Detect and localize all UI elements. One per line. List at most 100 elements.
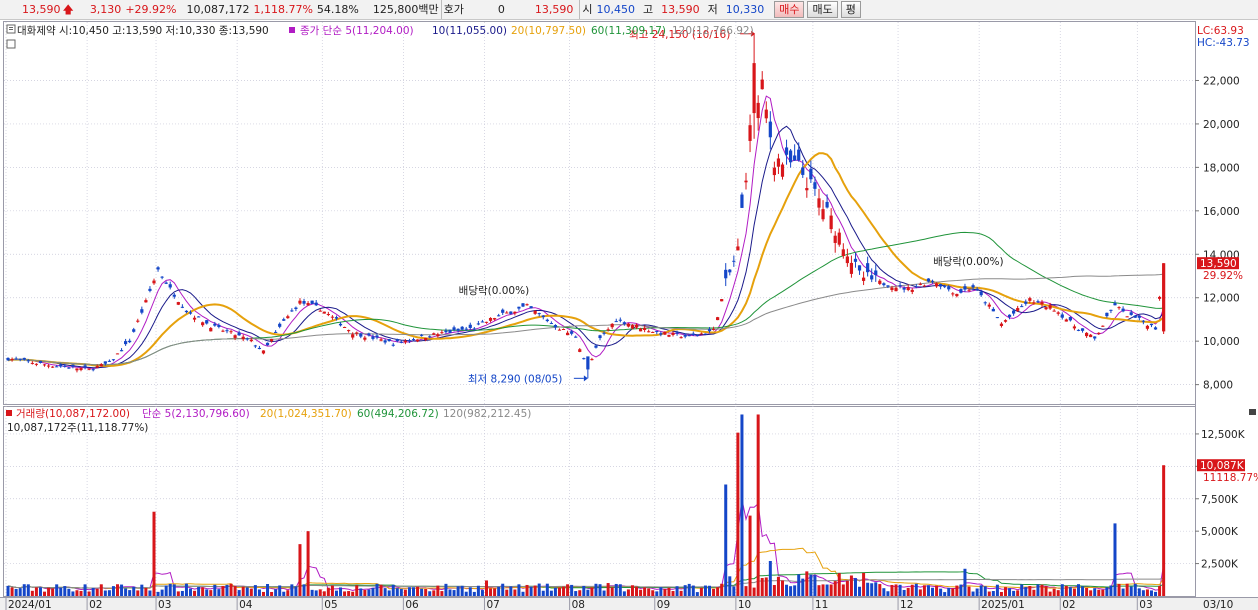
last-ratio-label: 11118.77% bbox=[1203, 472, 1258, 484]
candle bbox=[780, 162, 785, 180]
last-price-label: 13,590 bbox=[1200, 258, 1237, 270]
volume-bar bbox=[10, 587, 14, 596]
volume-toggle-icon[interactable] bbox=[6, 410, 12, 416]
volume-bar bbox=[1056, 590, 1060, 596]
volume-bar bbox=[245, 587, 249, 596]
volume-bar bbox=[570, 584, 574, 596]
volume-bar bbox=[164, 585, 168, 596]
candle bbox=[318, 309, 322, 312]
volume-bar bbox=[294, 586, 298, 596]
volume-bar bbox=[914, 583, 918, 596]
candle bbox=[549, 321, 553, 325]
volume-bar bbox=[1137, 588, 1141, 596]
volume-bar bbox=[71, 591, 75, 596]
candle bbox=[870, 268, 874, 283]
volume-bar bbox=[75, 590, 79, 596]
volume-bar bbox=[979, 585, 983, 596]
volume-bar bbox=[440, 591, 444, 596]
candle bbox=[221, 329, 225, 333]
volume-panel-close-icon[interactable] bbox=[1249, 409, 1256, 415]
volume-bar bbox=[111, 586, 115, 596]
candle bbox=[306, 301, 310, 306]
candle bbox=[314, 300, 318, 307]
hc-label: HC:-43.73 bbox=[1197, 37, 1250, 49]
candle bbox=[1153, 326, 1158, 330]
volume-bar bbox=[687, 583, 691, 596]
date-tick: 03 bbox=[1139, 599, 1152, 610]
volume-bar bbox=[448, 589, 452, 596]
candle bbox=[359, 332, 363, 339]
candle bbox=[545, 318, 549, 323]
volume-bar bbox=[878, 584, 882, 596]
candle bbox=[1060, 312, 1064, 320]
candle bbox=[241, 334, 245, 342]
candle bbox=[553, 324, 558, 330]
date-tick: 03/10 bbox=[1203, 599, 1233, 610]
volume-bar bbox=[136, 590, 140, 596]
candle bbox=[342, 326, 347, 328]
candle bbox=[987, 302, 991, 309]
candle bbox=[1117, 306, 1121, 310]
volume-bar bbox=[148, 590, 152, 596]
candle bbox=[124, 338, 128, 346]
candle bbox=[71, 364, 75, 369]
volume-bar bbox=[103, 590, 107, 596]
candle bbox=[136, 318, 140, 323]
volume-bar bbox=[30, 590, 34, 596]
volume-bar bbox=[22, 584, 26, 596]
vol-ma60-legend: 60(494,206.72) bbox=[357, 408, 439, 420]
candle bbox=[695, 334, 699, 337]
volume-bar bbox=[1149, 590, 1153, 596]
volume-bar bbox=[1117, 584, 1121, 596]
volume-bar bbox=[197, 586, 201, 596]
volume-bar bbox=[180, 590, 184, 596]
volume-bar bbox=[635, 586, 639, 596]
panel-settings-icon[interactable] bbox=[6, 39, 16, 49]
stock-chart[interactable]: 최고 24,150 (10/16)최저 8,290 (08/05)배당락(0.0… bbox=[0, 0, 1258, 610]
candle bbox=[265, 342, 270, 346]
volume-bar bbox=[975, 588, 979, 596]
candle bbox=[951, 292, 955, 297]
volume-bar bbox=[1076, 584, 1080, 596]
price-tick: 20,000 bbox=[1203, 119, 1240, 131]
volume-bar bbox=[47, 587, 51, 596]
volume-bar bbox=[184, 583, 188, 596]
volume-bar bbox=[959, 584, 963, 596]
volume-bar bbox=[639, 589, 643, 596]
volume-bar bbox=[334, 590, 338, 596]
candle bbox=[736, 238, 740, 251]
candle bbox=[14, 356, 18, 360]
ma-toggle-icon[interactable] bbox=[289, 27, 295, 33]
annotations: 최고 24,150 (10/16)최저 8,290 (08/05)배당락(0.0… bbox=[459, 29, 1004, 386]
volume-bar bbox=[144, 587, 148, 596]
volume-bar bbox=[120, 584, 124, 596]
date-tick: 10 bbox=[738, 599, 751, 610]
volume-bar bbox=[266, 584, 270, 596]
candle bbox=[598, 334, 602, 341]
candle bbox=[679, 336, 683, 339]
candle bbox=[1044, 306, 1048, 311]
volume-bar bbox=[1105, 587, 1109, 596]
candle bbox=[290, 308, 294, 312]
volume-bar bbox=[428, 591, 432, 596]
volume-bar bbox=[1145, 589, 1149, 596]
candle bbox=[30, 361, 34, 365]
candle bbox=[590, 357, 594, 361]
date-tick: 07 bbox=[486, 599, 499, 610]
ma120-legend: 120(12,766.92) bbox=[672, 25, 754, 37]
volume-bar bbox=[679, 590, 683, 596]
volume-bar bbox=[51, 588, 55, 596]
volume-bar bbox=[290, 584, 294, 596]
candle bbox=[756, 95, 760, 131]
volume-bar bbox=[525, 584, 529, 596]
volume-bar bbox=[298, 544, 302, 596]
volume-bar bbox=[261, 591, 265, 596]
volume-bar bbox=[866, 582, 870, 596]
candle bbox=[107, 359, 111, 362]
candle bbox=[711, 326, 716, 331]
volume-bar bbox=[233, 586, 237, 596]
volume-bar bbox=[1016, 590, 1020, 596]
volume-bar bbox=[14, 588, 18, 596]
vol-ma5-legend: 단순 5(2,130,796.60) bbox=[142, 408, 250, 420]
candle bbox=[1093, 336, 1097, 341]
